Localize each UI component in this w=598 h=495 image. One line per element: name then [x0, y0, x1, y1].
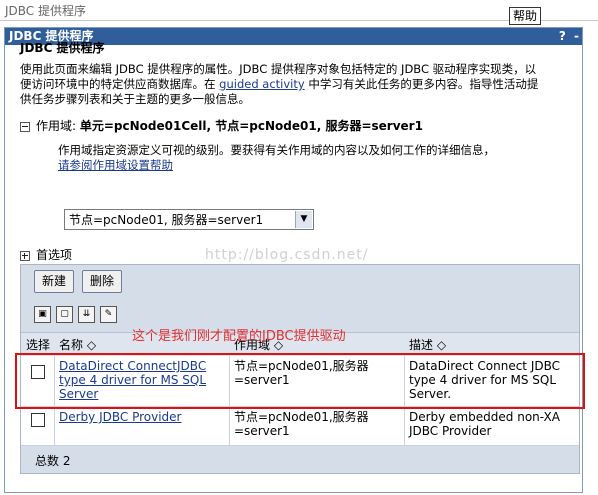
scope-help-link[interactable]: 请参阅作用域设置帮助	[58, 158, 173, 172]
description-line-1: 使用此页面来编辑 JDBC 提供程序的属性。JDBC 提供程序对象包括特定的 J…	[20, 62, 537, 76]
guided-activity-link[interactable]: guided activity	[219, 77, 305, 91]
provider-scope-text: 节点=pcNode01,服务器	[234, 410, 369, 424]
description-header-label: 描述	[409, 338, 434, 352]
deselect-all-icon[interactable]: ▢	[56, 306, 73, 323]
description-column-header[interactable]: 描述 ◇	[409, 336, 446, 353]
expand-icon[interactable]	[20, 250, 30, 261]
provider-description-text: JDBC Provider	[409, 424, 492, 438]
chevron-down-icon[interactable]: ▼	[295, 211, 312, 228]
select-column-header: 选择	[26, 338, 51, 352]
scope-description-text: 作用域指定资源定义可视的级别。要获得有关作用域的内容以及如何工作的详细信息，	[58, 143, 495, 157]
scope-label: 作用域:	[36, 119, 77, 133]
description-line-3: 供任务步骤列表和关于主题的更多一般信息。	[20, 92, 250, 106]
scope-section-toggle[interactable]: 作用域: 单元=pcNode01Cell, 节点=pcNode01, 服务器=s…	[20, 117, 423, 134]
sort-icon[interactable]: ◇	[87, 338, 96, 352]
provider-name-link[interactable]: Derby JDBC Provider	[59, 410, 182, 424]
panel-controls: ? -	[555, 28, 579, 45]
column-divider	[54, 407, 55, 445]
scope-value: 单元=pcNode01Cell, 节点=pcNode01, 服务器=server…	[79, 119, 423, 133]
row-select-checkbox[interactable]	[31, 413, 45, 427]
clear-filter-icon[interactable]: ✎	[100, 306, 117, 323]
column-divider	[404, 407, 405, 445]
panel-help-icon[interactable]: ?	[559, 29, 566, 43]
scope-select[interactable]: 节点=pcNode01, 服务器=server1 ▼	[64, 209, 314, 230]
page-title: JDBC 提供程序	[20, 41, 105, 55]
watermark: http://blog.csdn.net/	[205, 247, 369, 263]
preferences-label: 首选项	[36, 248, 73, 262]
provider-scope-cell: 节点=pcNode01,服务器 =server1	[234, 410, 369, 438]
table-total: 总数 2	[35, 454, 71, 468]
description-text: 便访问环境中的特定供应商数据库。在	[20, 77, 220, 91]
column-divider	[229, 407, 230, 445]
table-row: Derby JDBC Provider 节点=pcNode01,服务器 =ser…	[21, 407, 579, 446]
window-title: JDBC 提供程序	[5, 4, 86, 18]
collapse-icon[interactable]	[20, 121, 30, 132]
description-text: 中学习有关此任务的更多内容。指导性活动提	[304, 77, 539, 91]
name-header-label: 名称	[59, 338, 84, 352]
new-button[interactable]: 新建	[34, 270, 74, 293]
page-description: 使用此页面来编辑 JDBC 提供程序的属性。JDBC 提供程序对象包括特定的 J…	[20, 62, 575, 107]
description-line-2: 便访问环境中的特定供应商数据库。在 guided activity 中学习有关此…	[20, 77, 575, 92]
show-filter-icon[interactable]: ⇊	[78, 306, 95, 323]
provider-name-cell: Derby JDBC Provider	[59, 410, 182, 424]
help-button[interactable]: 帮助	[509, 7, 542, 25]
provider-scope-text: =server1	[234, 424, 290, 438]
preferences-toggle[interactable]: 首选项	[20, 246, 72, 263]
scope-select-value: 节点=pcNode01, 服务器=server1	[69, 213, 264, 227]
highlight-box	[15, 353, 585, 409]
panel-minimize-icon[interactable]: -	[574, 29, 579, 43]
provider-description-text: Derby embedded non-XA	[409, 410, 560, 424]
scope-description: 作用域指定资源定义可视的级别。要获得有关作用域的内容以及如何工作的详细信息， 请…	[58, 143, 558, 173]
provider-description-cell: Derby embedded non-XA JDBC Provider	[409, 410, 560, 438]
delete-button[interactable]: 删除	[82, 270, 122, 293]
annotation-text: 这个是我们刚才配置的JDBC提供驱动	[132, 329, 346, 344]
select-all-icon[interactable]: ▣	[34, 306, 51, 323]
name-column-header[interactable]: 名称 ◇	[59, 336, 96, 353]
sort-icon[interactable]: ◇	[437, 338, 446, 352]
